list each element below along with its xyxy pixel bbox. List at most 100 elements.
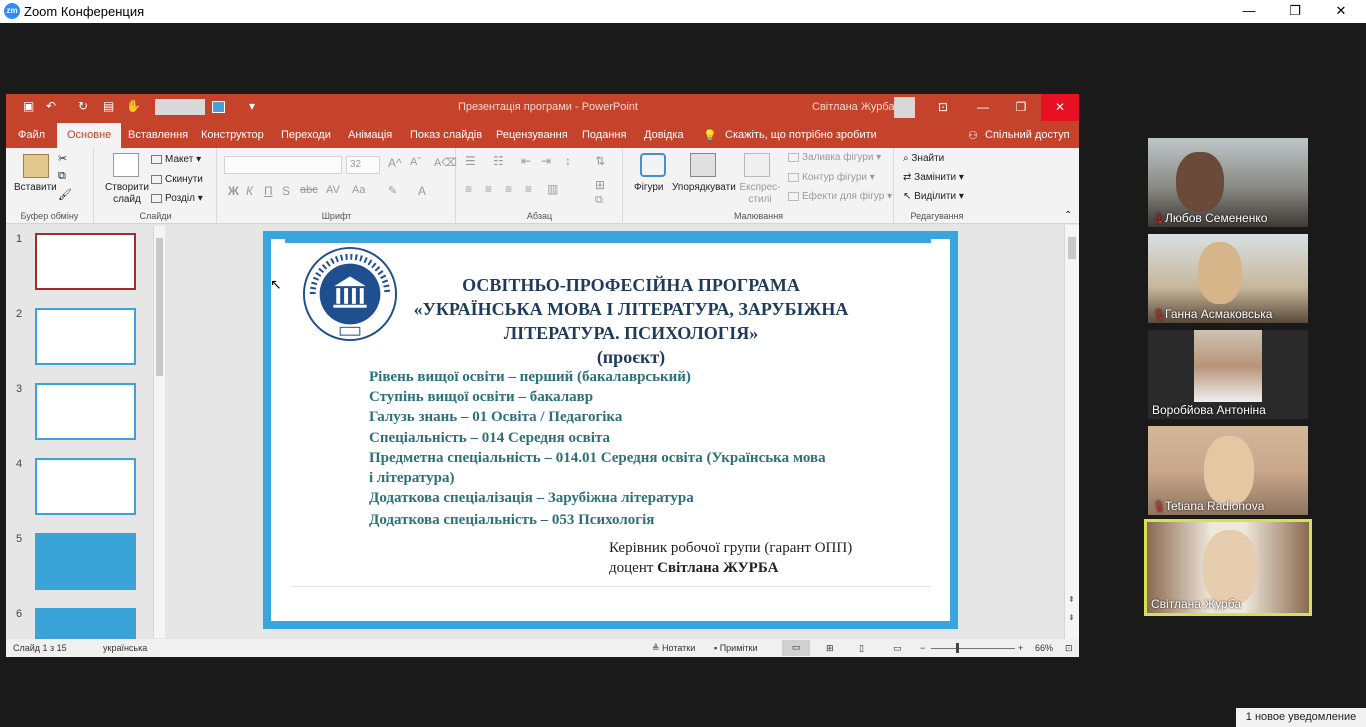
slide-thumbnail-3[interactable] (35, 383, 136, 440)
align-text-icon[interactable]: ⊞ (595, 178, 605, 192)
prev-slide-icon[interactable]: ⇞ (1068, 595, 1075, 604)
participant-tile-1[interactable]: 🎙Любов Семененко (1148, 138, 1308, 227)
change-case-icon[interactable]: Aa (352, 184, 365, 196)
font-color-icon[interactable]: A (418, 184, 426, 198)
font-box-qa[interactable] (155, 99, 205, 115)
find-button[interactable]: ⌕ Знайти (903, 153, 944, 164)
tab-home[interactable]: Основне (57, 123, 122, 148)
participant-tile-5-active-speaker[interactable]: Світлана Журба (1144, 519, 1312, 616)
font-color-qa-icon[interactable] (212, 101, 225, 113)
columns-icon[interactable]: ▥ (547, 182, 558, 196)
tab-animations[interactable]: Анімація (348, 129, 392, 141)
reset-button[interactable]: Скинути (151, 174, 203, 185)
restore-button[interactable]: ❐ (1272, 0, 1318, 23)
minimize-button[interactable]: — (1226, 0, 1272, 23)
arrange-button[interactable]: Упорядкувати (672, 182, 736, 193)
participant-tile-4[interactable]: 🎙Tetiana Radionova (1148, 426, 1308, 515)
italic-icon[interactable]: К (246, 184, 253, 198)
participant-tile-2[interactable]: 🎙Ганна Асмаковська (1148, 234, 1308, 323)
shape-outline-button[interactable]: Контур фігури ▾ (788, 172, 875, 183)
slide-thumbnail-2[interactable] (35, 308, 136, 365)
grow-font-icon[interactable]: A^ (388, 156, 402, 170)
strikethrough-icon[interactable]: abc (300, 184, 318, 196)
notification-banner[interactable]: 1 новое уведомление (1236, 708, 1366, 727)
font-size-box[interactable]: 32 (346, 156, 380, 174)
tab-file[interactable]: Файл (18, 129, 45, 141)
comments-button[interactable]: ▪ Примітки (714, 643, 757, 653)
char-spacing-icon[interactable]: AV (326, 184, 340, 196)
tab-slideshow[interactable]: Показ слайдів (410, 129, 482, 141)
slide-scrollbar[interactable]: ⇞ ⇟ (1064, 225, 1079, 639)
tab-design[interactable]: Конструктор (201, 129, 264, 141)
share-button[interactable]: Спільний доступ (985, 129, 1070, 141)
slide-thumbnail-4[interactable] (35, 458, 136, 515)
customize-qa-icon[interactable]: ▾ (249, 99, 255, 113)
copy-icon[interactable]: ⧉ (58, 170, 66, 183)
redo-icon[interactable]: ↻ (78, 99, 88, 113)
present-icon[interactable]: ▤ (103, 99, 114, 113)
slide-scroll-thumb[interactable] (1068, 237, 1076, 259)
touch-mode-icon[interactable]: ✋ (126, 99, 141, 113)
reading-view-icon[interactable]: ▯ (859, 643, 864, 654)
ppt-minimize-button[interactable]: — (964, 94, 1002, 121)
language-indicator[interactable]: українська (103, 643, 147, 653)
align-right-icon[interactable]: ≡ (505, 182, 512, 196)
normal-view-icon[interactable]: ▭ (782, 640, 810, 656)
shapes-button[interactable]: Фігури (634, 182, 664, 193)
slideshow-view-icon[interactable]: ▭ (893, 643, 902, 654)
increase-indent-icon[interactable]: ⇥ (541, 154, 551, 168)
layout-button[interactable]: Макет ▾ (151, 154, 201, 165)
format-painter-icon[interactable]: 🖌 (58, 188, 72, 201)
font-name-box[interactable] (224, 156, 342, 174)
ppt-user-avatar[interactable] (894, 97, 915, 118)
tab-insert[interactable]: Вставлення (128, 129, 188, 141)
new-slide-button[interactable]: Створити слайд (101, 182, 153, 206)
paste-button[interactable]: Вставити (14, 182, 57, 193)
thumbnails-scroll-thumb[interactable] (156, 238, 163, 376)
save-icon[interactable]: ▣ (23, 99, 34, 113)
decrease-indent-icon[interactable]: ⇤ (521, 154, 531, 168)
shrink-font-icon[interactable]: Aˇ (410, 156, 421, 168)
shape-effects-button[interactable]: Ефекти для фігур ▾ (788, 191, 892, 202)
cut-icon[interactable]: ✂ (58, 152, 67, 165)
zoom-slider[interactable] (931, 648, 1015, 649)
collapse-ribbon-icon[interactable]: ⌃ (1064, 210, 1072, 221)
justify-icon[interactable]: ≡ (525, 182, 532, 196)
zoom-out-icon[interactable]: − (920, 643, 925, 653)
text-direction-icon[interactable]: ⇅ (595, 154, 605, 168)
shape-fill-button[interactable]: Заливка фігури ▾ (788, 152, 881, 163)
ppt-restore-button[interactable]: ❐ (1002, 94, 1040, 121)
quick-styles-button[interactable]: Експрес-стилі (736, 182, 784, 206)
slide-thumbnail-5[interactable] (35, 533, 136, 590)
select-button[interactable]: ↖ Виділити ▾ (903, 191, 964, 202)
tab-help[interactable]: Довідка (644, 129, 684, 141)
replace-button[interactable]: ⇄ Замінити ▾ (903, 172, 964, 183)
current-slide[interactable]: ОСВІТНЬО-ПРОФЕСІЙНА ПРОГРАМА «УКРАЇНСЬКА… (263, 231, 958, 629)
bullets-icon[interactable]: ☰ (465, 154, 476, 168)
shadow-icon[interactable]: S (282, 184, 290, 198)
align-left-icon[interactable]: ≡ (465, 182, 472, 196)
tab-review[interactable]: Рецензування (496, 129, 568, 141)
align-center-icon[interactable]: ≡ (485, 182, 492, 196)
clear-format-icon[interactable]: A⌫ (434, 156, 457, 169)
zoom-in-icon[interactable]: + (1018, 643, 1023, 653)
bold-icon[interactable]: Ж (228, 184, 239, 198)
tab-view[interactable]: Подання (582, 129, 626, 141)
participant-tile-3[interactable]: Воробйова Антоніна (1148, 330, 1308, 419)
thumbnails-scrollbar[interactable] (153, 226, 165, 638)
fit-to-window-icon[interactable]: ⊡ (1065, 643, 1073, 654)
zoom-slider-thumb[interactable] (956, 643, 959, 653)
smartart-icon[interactable]: ⧉ (595, 194, 603, 207)
undo-icon[interactable]: ↶ (46, 99, 56, 113)
zoom-level[interactable]: 66% (1035, 643, 1053, 653)
ppt-close-button[interactable]: ✕ (1041, 94, 1079, 121)
slide-thumbnail-6[interactable] (35, 608, 136, 639)
tab-transitions[interactable]: Переходи (281, 129, 331, 141)
close-button[interactable]: ✕ (1318, 0, 1364, 23)
slide-thumbnail-1[interactable] (35, 233, 136, 290)
tell-me-search[interactable]: Скажіть, що потрібно зробити (725, 129, 877, 141)
highlight-icon[interactable]: ✎ (388, 184, 397, 197)
underline-icon[interactable]: П (264, 184, 273, 198)
next-slide-icon[interactable]: ⇟ (1068, 613, 1075, 622)
notes-button[interactable]: ≜ Нотатки (652, 643, 695, 654)
